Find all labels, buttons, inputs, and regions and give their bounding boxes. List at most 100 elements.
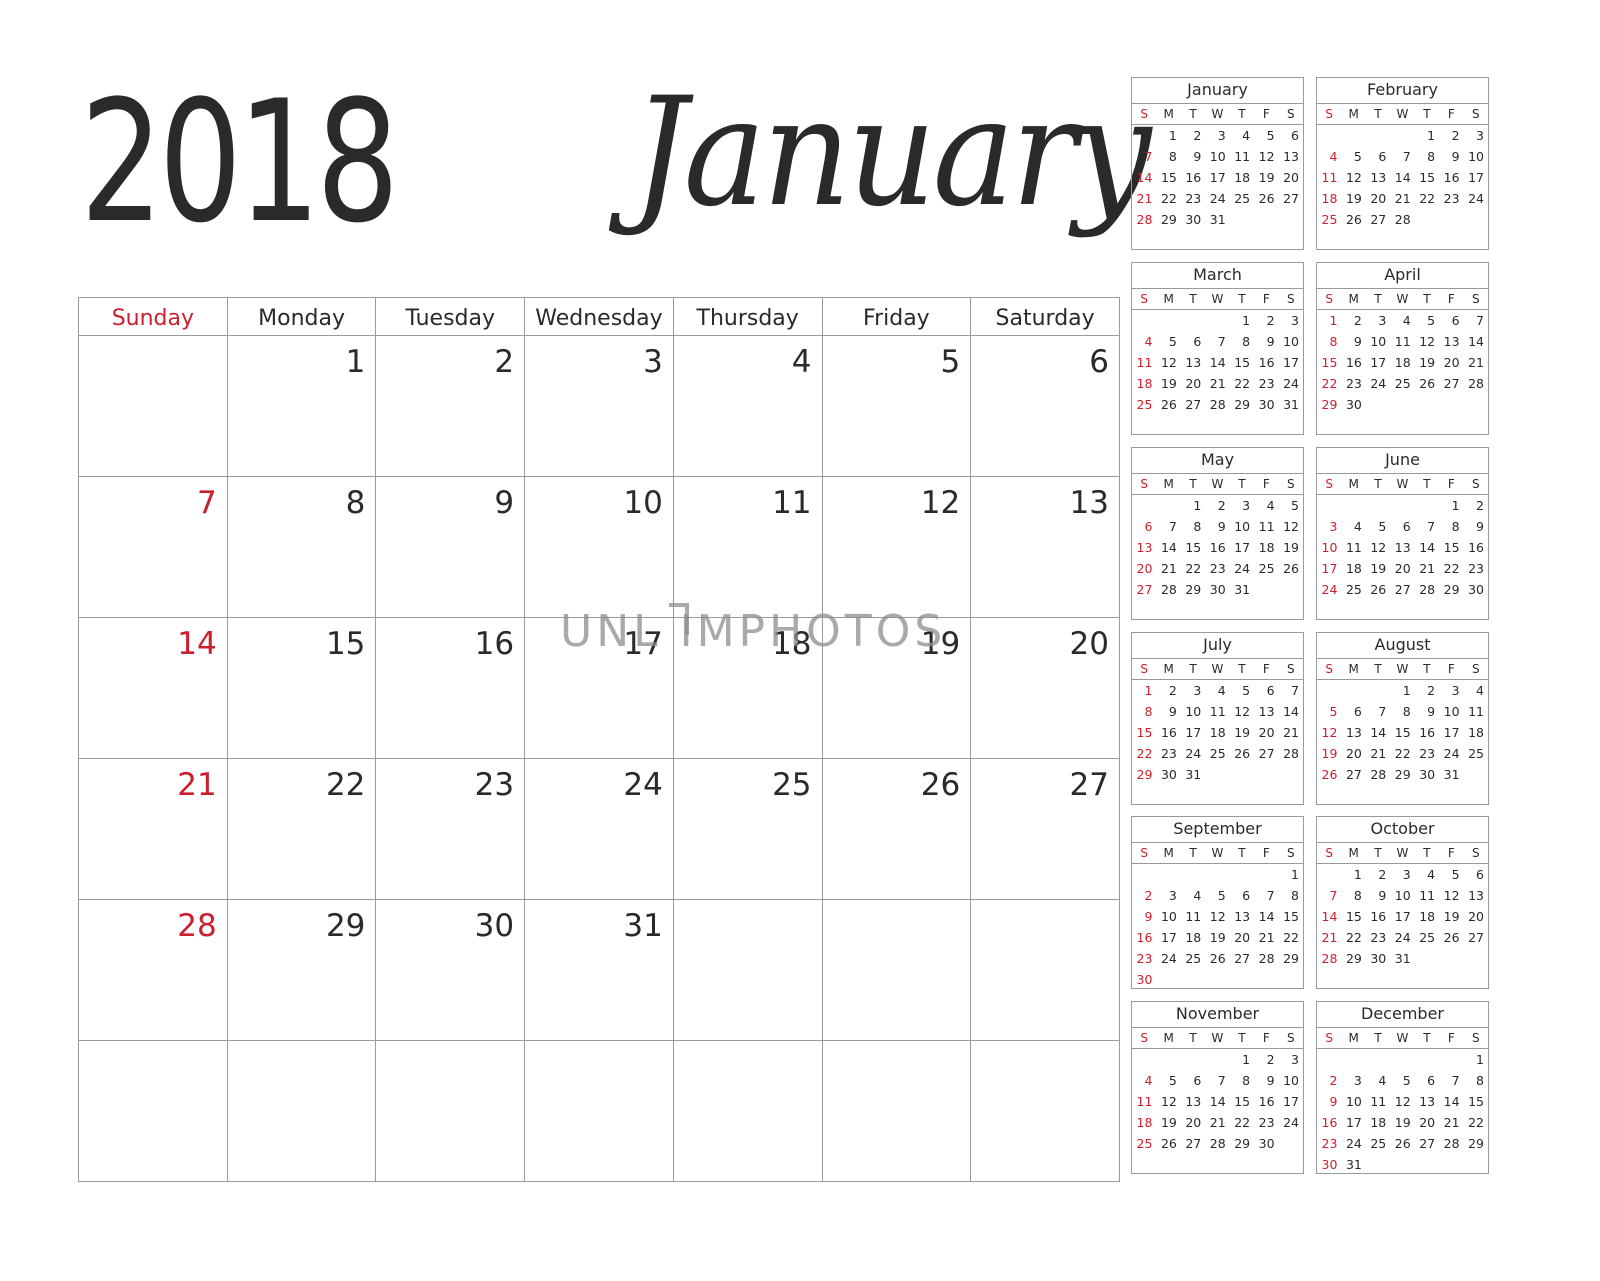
- day-cell[interactable]: 9: [375, 476, 526, 618]
- mini-day-cell: 21: [1160, 561, 1177, 576]
- mini-day-cell: 13: [1258, 704, 1275, 719]
- mini-day-cell: [1366, 969, 1390, 990]
- day-cell[interactable]: 1: [226, 335, 377, 477]
- day-cell[interactable]: [672, 899, 823, 1041]
- day-cell[interactable]: [970, 899, 1120, 1041]
- day-cell[interactable]: 24: [524, 758, 674, 900]
- mini-day-cell: [1156, 230, 1180, 251]
- day-cell[interactable]: 13: [970, 476, 1120, 618]
- mini-day-cell: [1156, 495, 1180, 517]
- mini-day-cell: 26: [1394, 1136, 1411, 1151]
- mini-weekday-label: T: [1365, 659, 1391, 680]
- day-cell[interactable]: 20: [970, 617, 1120, 759]
- mini-weekday-label: S: [1463, 843, 1488, 864]
- mini-day-cell: 9: [1266, 334, 1275, 349]
- mini-day-cell: 20: [1258, 725, 1275, 740]
- mini-calendar-table: S M T W T F S 1 2 3 4 5 6 7 8 9 10 11 12 13 14 15 16 17 18 19 20 21…: [1317, 843, 1488, 990]
- day-cell[interactable]: 29: [226, 899, 377, 1041]
- day-cell[interactable]: 31: [524, 899, 674, 1041]
- day-cell[interactable]: [524, 1040, 674, 1182]
- mini-weekday-label: S: [1278, 659, 1303, 680]
- mini-day-cell: [1415, 1049, 1439, 1071]
- day-cell[interactable]: 5: [821, 335, 972, 477]
- mini-day-cell: [1464, 209, 1488, 230]
- mini-week-row: 12 3: [1132, 1049, 1303, 1071]
- day-cell[interactable]: 6: [970, 335, 1120, 477]
- day-cell[interactable]: 16: [375, 617, 526, 759]
- day-cell[interactable]: 27: [970, 758, 1120, 900]
- mini-weekday-label: M: [1156, 843, 1181, 864]
- day-cell[interactable]: 21: [78, 758, 228, 900]
- mini-calendar-may: May S M T W T F S 1 2 3 4 5 6 7 8 9 10 11 12 13 14 15 16 17 18 19 2…: [1131, 447, 1304, 620]
- mini-calendar-june: June S M T W T F S 1 2 3 4 5 6 7 8 9 10 11 12 13 14 15 16 17 18 19…: [1316, 447, 1489, 620]
- day-cell[interactable]: 3: [524, 335, 674, 477]
- day-cell[interactable]: 2: [375, 335, 526, 477]
- day-cell[interactable]: 26: [821, 758, 972, 900]
- day-cell[interactable]: 19: [821, 617, 972, 759]
- day-cell[interactable]: [78, 335, 228, 477]
- mini-day-cell: 9: [1378, 888, 1387, 903]
- day-cell[interactable]: 7: [78, 476, 228, 618]
- mini-day-cell: 3: [1353, 1073, 1362, 1088]
- mini-day-cell: 30: [1258, 397, 1275, 412]
- mini-day-cell: 26: [1370, 582, 1387, 597]
- day-cell[interactable]: 15: [226, 617, 377, 759]
- mini-day-cell: 19: [1258, 170, 1275, 185]
- day-cell[interactable]: 25: [672, 758, 823, 900]
- mini-weekday-label: T: [1229, 474, 1255, 495]
- day-cell[interactable]: [375, 1040, 526, 1182]
- mini-day-cell: 19: [1321, 746, 1338, 761]
- day-cell[interactable]: 11: [672, 476, 823, 618]
- day-cell[interactable]: 12: [821, 476, 972, 618]
- day-cell[interactable]: 10: [524, 476, 674, 618]
- mini-day-cell: [1464, 785, 1488, 806]
- mini-day-cell: 22: [1345, 930, 1362, 945]
- mini-day-cell: [1390, 785, 1414, 806]
- mini-day-cell: 25: [1419, 930, 1436, 945]
- day-cell[interactable]: 22: [226, 758, 377, 900]
- day-cell[interactable]: 4: [672, 335, 823, 477]
- day-cell[interactable]: [821, 1040, 972, 1182]
- mini-day-cell: 14: [1258, 909, 1275, 924]
- mini-calendar-december: December S M T W T F S 1 2 3 4 5 6 7 8 9 10 11 12 13 14 15 16 17…: [1316, 1001, 1489, 1174]
- day-cell[interactable]: [78, 1040, 228, 1182]
- mini-day-cell: 22: [1394, 746, 1411, 761]
- mini-week-row: 16 17 18 19 20 21 22: [1132, 927, 1303, 948]
- mini-week-row: 14 15 16 17 18 19 20: [1317, 906, 1488, 927]
- day-cell[interactable]: [672, 1040, 823, 1182]
- mini-day-cell: 6: [1378, 149, 1387, 164]
- mini-day-cell: 22: [1234, 376, 1251, 391]
- day-cell[interactable]: [226, 1040, 377, 1182]
- mini-day-cell: [1341, 680, 1365, 702]
- day-cell[interactable]: 23: [375, 758, 526, 900]
- mini-week-row: 5 6 7 8 9 10 11: [1317, 701, 1488, 722]
- day-cell[interactable]: 18: [672, 617, 823, 759]
- mini-day-cell: 14: [1160, 540, 1177, 555]
- day-cell[interactable]: 28: [78, 899, 228, 1041]
- day-cell[interactable]: 30: [375, 899, 526, 1041]
- day-cell[interactable]: 17: [524, 617, 674, 759]
- day-cell[interactable]: [970, 1040, 1120, 1182]
- mini-day-cell: 1: [1402, 683, 1411, 698]
- mini-weekday-label: M: [1341, 659, 1366, 680]
- mini-day-cell: 27: [1283, 191, 1299, 206]
- mini-weekday-row: SMTWTFS: [1132, 843, 1303, 864]
- mini-day-cell: [1181, 969, 1205, 990]
- week-row: 21 22 23 24 25 26 27: [78, 758, 1120, 900]
- day-cell[interactable]: [821, 899, 972, 1041]
- mini-day-cell: 27: [1345, 767, 1362, 782]
- mini-week-row: 12 34 5: [1132, 495, 1303, 517]
- mini-calendar-title: November: [1132, 1002, 1303, 1028]
- mini-week-row: 28 29 30 31: [1132, 209, 1303, 230]
- mini-weekday-label: S: [1132, 1028, 1157, 1049]
- mini-day-cell: 23: [1345, 376, 1362, 391]
- day-cell[interactable]: 8: [226, 476, 377, 618]
- weekday-header-sunday: Sunday: [78, 297, 228, 336]
- day-cell[interactable]: 14: [78, 617, 228, 759]
- mini-day-cell: 15: [1345, 909, 1362, 924]
- mini-day-cell: 20: [1136, 561, 1153, 576]
- mini-day-cell: 31: [1443, 767, 1460, 782]
- mini-day-cell: 19: [1234, 725, 1251, 740]
- mini-day-cell: 29: [1345, 951, 1362, 966]
- mini-day-cell: 16: [1258, 1094, 1275, 1109]
